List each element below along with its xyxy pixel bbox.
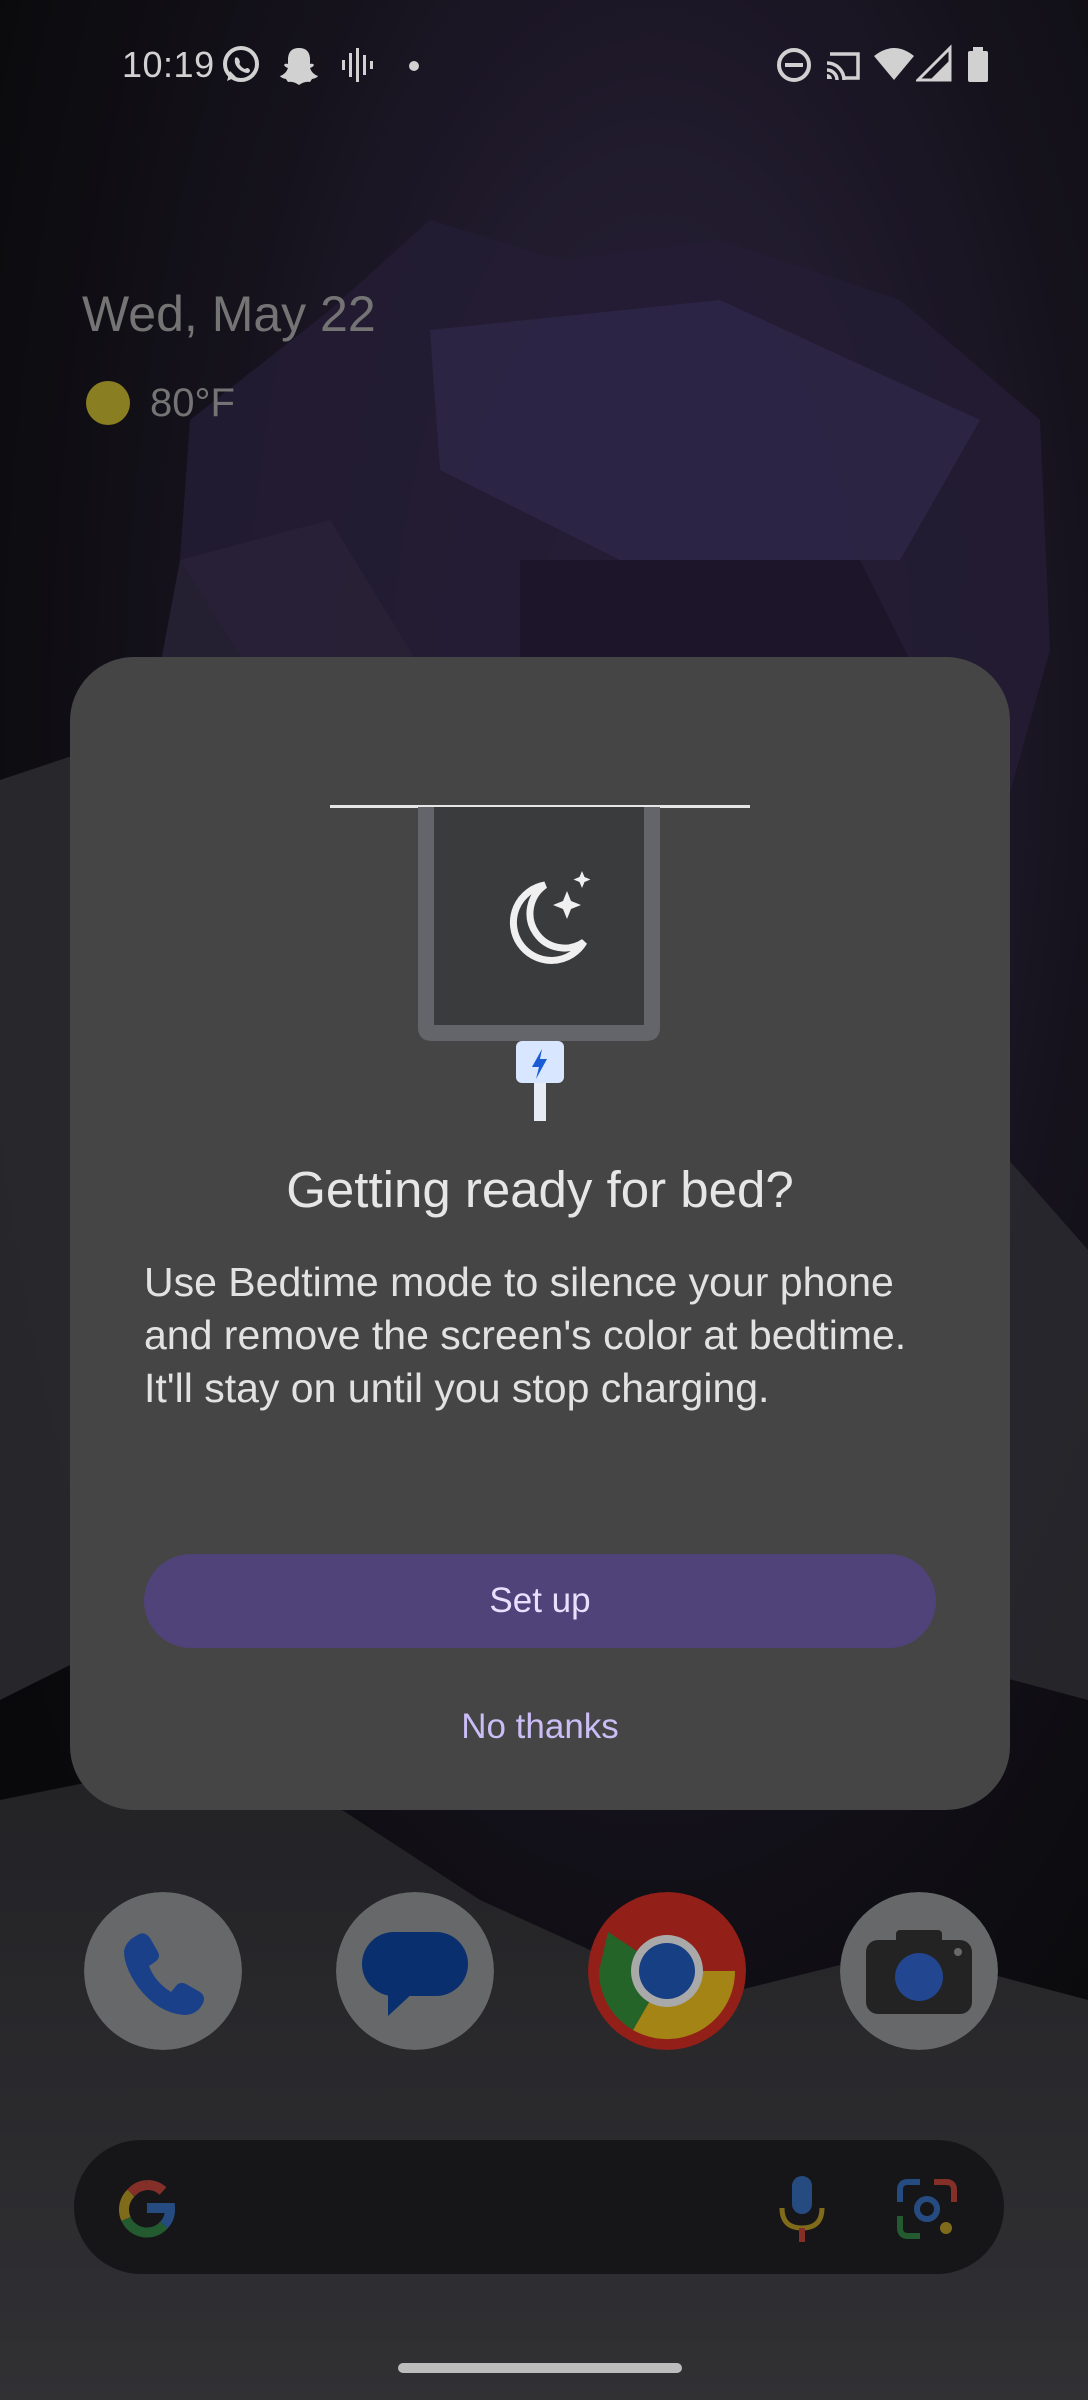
dock-app-camera[interactable] [840,1892,998,2050]
navigation-handle[interactable] [398,2363,682,2373]
messages-icon [362,1932,468,1996]
cast-icon [826,52,860,81]
google-g-icon[interactable] [116,2177,178,2239]
search-bar[interactable] [74,2140,1004,2274]
bedtime-illustration [330,805,750,1121]
glance-date[interactable]: Wed, May 22 [82,285,376,343]
status-bar: 10:19 [0,0,1088,135]
glance-temperature: 80°F [150,380,235,425]
voice-recorder-icon [342,48,373,82]
wifi-icon [874,48,914,80]
setup-button[interactable]: Set up [144,1554,936,1648]
dock-app-messages[interactable] [336,1892,494,2050]
status-clock: 10:19 [122,44,215,85]
do-not-disturb-icon [777,48,811,82]
no-thanks-button[interactable]: No thanks [380,1695,700,1759]
dock-app-chrome[interactable] [588,1892,746,2050]
glance-weather[interactable]: 80°F [86,378,235,428]
microphone-icon[interactable] [774,2172,830,2246]
dialog-body: Use Bedtime mode to silence your phone a… [144,1259,907,1411]
notification-dot-icon [409,61,419,71]
google-lens-icon[interactable] [894,2176,960,2242]
dock-app-phone[interactable] [84,1892,242,2050]
dialog-title: Getting ready for bed? [286,1161,794,1218]
sunny-icon [86,381,130,425]
battery-icon [968,47,988,82]
snapchat-icon [280,48,318,85]
whatsapp-icon [223,46,259,82]
cellular-signal-icon [916,44,952,82]
